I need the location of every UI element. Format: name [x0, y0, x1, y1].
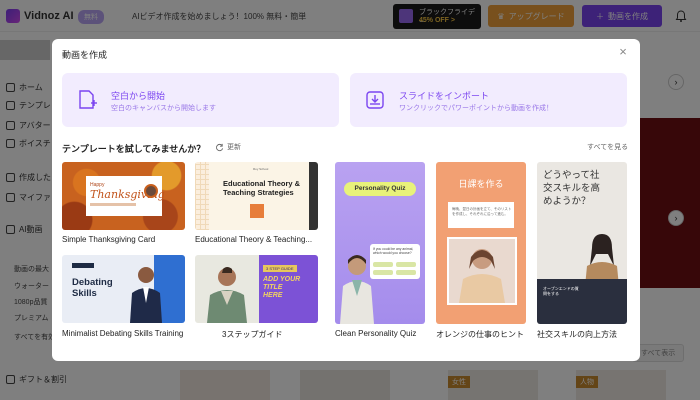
photo-frame	[447, 237, 517, 305]
quiz-card: If you could be any animal, which would …	[370, 244, 420, 279]
thumb-text: オープンエンドの質問をする	[543, 286, 579, 296]
thumb-text: HERE	[263, 292, 283, 299]
option-subtitle: ワンクリックでパワーポイントから動画を作成！	[399, 105, 553, 112]
side-bar	[309, 162, 318, 230]
import-slides-option[interactable]: スライドをインポート ワンクリックでパワーポイントから動画を作成！	[350, 73, 627, 127]
thumb-text: 毎晩、翌日の計画を立て、そのリストを作成し、それぞれに沿って進む。	[452, 207, 512, 216]
template-thumbnail-personality-quiz[interactable]: Personality Quiz If you could be any ani…	[335, 162, 425, 324]
template-thumbnail-thanksgiving[interactable]: Happy Thanksgiving	[62, 162, 185, 230]
refresh-button[interactable]: 更新	[215, 142, 241, 152]
templates-heading: テンプレートを試してみませんか？	[62, 144, 206, 154]
grid-pattern	[195, 162, 209, 230]
text-card: 毎晩、翌日の計画を立て、そのリストを作成し、それぞれに沿って進む。	[448, 202, 514, 228]
thumb-heading: Educational Theory & Teaching Strategies	[223, 179, 300, 197]
template-caption[interactable]: Educational Theory & Teaching...	[195, 235, 312, 244]
thumb-tag: 3 STEP GUIDE	[263, 265, 297, 272]
thumb-text: If you could be any animal, which would …	[373, 247, 414, 255]
template-caption[interactable]: Simple Thanksgiving Card	[62, 235, 155, 244]
thumb-title: どうやって社交スキルを高めようか？	[543, 170, 601, 207]
presenter-avatar	[459, 249, 505, 303]
template-caption[interactable]: 3ステップガイド	[222, 329, 282, 340]
quiz-option	[396, 262, 416, 267]
close-icon[interactable]: ×	[616, 45, 630, 59]
avatar	[144, 184, 158, 198]
presenter-avatar	[340, 255, 374, 324]
thumb-heading: Debating Skills	[72, 277, 113, 299]
refresh-label: 更新	[227, 144, 241, 151]
import-icon	[366, 91, 384, 109]
template-thumbnail-3-step-guide[interactable]: 3 STEP GUIDE ADD YOUR TITLE HERE	[195, 255, 318, 323]
thumb-text: Educational Theory &	[223, 179, 301, 188]
quiz-option	[373, 262, 393, 267]
card-panel: Happy Thanksgiving	[86, 176, 165, 216]
thumb-heading: ADD YOUR TITLE HERE	[263, 276, 318, 300]
presenter-avatar	[207, 267, 247, 323]
thumb-text: Roy School	[253, 167, 269, 171]
see-all-link[interactable]: すべてを見る	[587, 142, 628, 152]
new-file-icon	[79, 90, 97, 109]
quiz-option	[373, 270, 393, 275]
option-title: スライドをインポート	[399, 91, 490, 101]
create-video-modal: 動画を作成 × 空白から開始 空白のキャンバスから開始します スライドをインポー…	[52, 39, 640, 361]
thumb-text: Skills	[72, 288, 97, 299]
thumb-tag	[72, 263, 94, 268]
option-subtitle: 空白のキャンバスから開始します	[111, 105, 216, 112]
template-caption[interactable]: Minimalist Debating Skills Training	[62, 329, 183, 338]
template-caption[interactable]: 社交スキルの向上方法	[537, 329, 617, 340]
thumb-line	[90, 203, 136, 206]
template-thumbnail-social-skills[interactable]: どうやって社交スキルを高めようか？ オープンエンドの質問をする	[537, 162, 627, 324]
template-caption[interactable]: オレンジの仕事のヒント	[436, 329, 524, 340]
presenter-avatar	[130, 267, 162, 323]
option-title: 空白から開始	[111, 91, 166, 101]
thumb-text: Debating	[72, 277, 113, 288]
thumb-title: 日課を作る	[458, 179, 504, 189]
dark-panel: オープンエンドの質問をする	[537, 279, 627, 324]
start-blank-option[interactable]: 空白から開始 空白のキャンバスから開始します	[62, 73, 339, 127]
template-caption[interactable]: Clean Personality Quiz	[335, 329, 416, 338]
thumb-text: Teaching Strategies	[223, 188, 294, 197]
quiz-option	[396, 270, 416, 275]
avatar	[250, 204, 264, 218]
refresh-icon	[216, 143, 224, 151]
template-thumbnail-debating[interactable]: Debating Skills	[62, 255, 185, 323]
thumb-title: Personality Quiz	[344, 182, 416, 196]
template-thumbnail-educational[interactable]: Roy School Educational Theory & Teaching…	[195, 162, 318, 230]
template-thumbnail-orange-tips[interactable]: 日課を作る 毎晩、翌日の計画を立て、そのリストを作成し、それぞれに沿って進む。	[436, 162, 526, 324]
modal-title: 動画を作成	[62, 50, 108, 60]
thumb-text: ADD YOUR TITLE	[263, 276, 301, 291]
